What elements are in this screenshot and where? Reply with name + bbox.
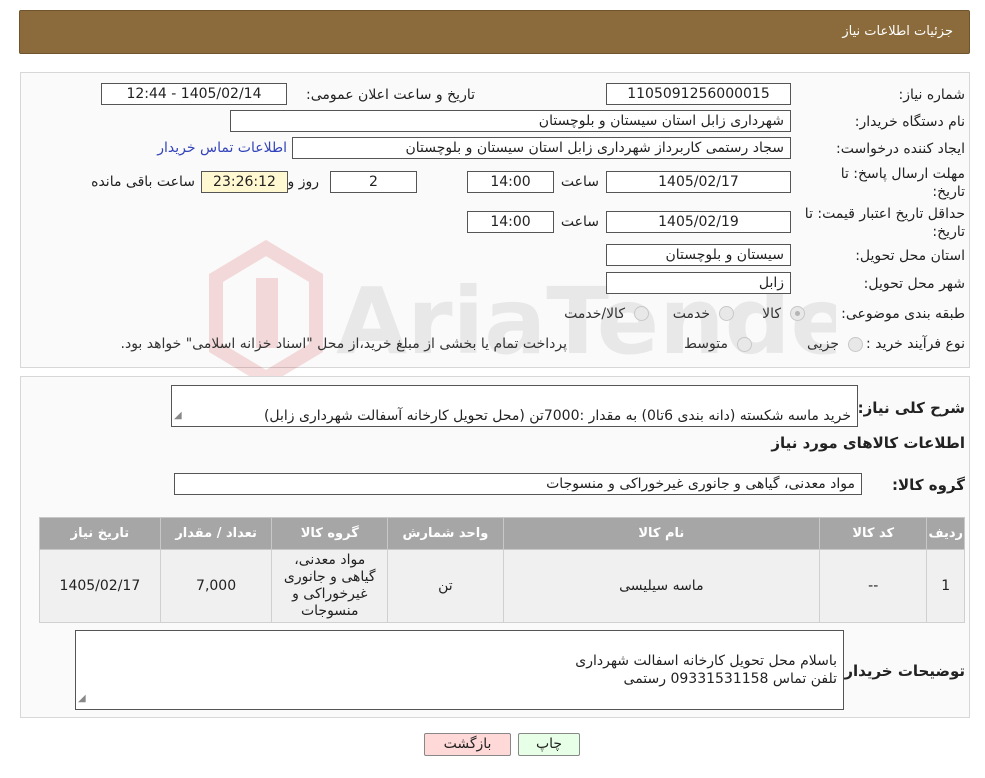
deadline-time-label: ساعت: [560, 174, 599, 190]
category-service-radio[interactable]: [719, 306, 734, 321]
goods-group-label: گروه کالا:: [892, 476, 965, 494]
remaining-time-field: 23:26:12: [201, 171, 288, 193]
days-label: روز و: [287, 174, 320, 190]
category-goods-label: کالا: [762, 306, 781, 322]
cell-code: --: [818, 549, 928, 623]
col-code: کد کالا: [818, 517, 928, 550]
days-field: 2: [330, 171, 417, 193]
announce-field: 1405/02/14 - 12:44: [101, 83, 287, 105]
goods-table-header-row: ردیف کد کالا نام کالا واحد شمارش گروه کا…: [39, 517, 965, 550]
col-unit: واحد شمارش: [387, 517, 504, 550]
buyer-org-label: نام دستگاه خریدار:: [854, 114, 965, 130]
process-medium-label: متوسط: [684, 336, 728, 352]
creator-field: سجاد رستمی کاربرداز شهرداری زابل استان س…: [292, 137, 791, 159]
deadline-label: مهلت ارسال پاسخ: تا تاریخ:: [840, 166, 965, 200]
validity-time-field: 14:00: [467, 211, 554, 233]
process-minor-radio[interactable]: [848, 337, 863, 352]
goods-info-title: اطلاعات کالاهای مورد نیاز: [771, 434, 965, 452]
col-row: ردیف: [926, 517, 965, 550]
category-goods-service-radio[interactable]: [634, 306, 649, 321]
creator-label: ایجاد کننده درخواست:: [836, 141, 965, 157]
buyer-notes-label: توضیحات خریدار:: [838, 662, 965, 680]
remaining-label: ساعت باقی مانده: [91, 174, 195, 190]
resize-grip-icon[interactable]: ◢: [78, 690, 86, 708]
buyer-org-field: شهرداری زابل استان سیستان و بلوچستان: [230, 110, 791, 132]
validity-label: حداقل تاریخ اعتبار قیمت: تا تاریخ:: [804, 206, 965, 240]
city-field: زابل: [606, 272, 791, 294]
table-row: 1 -- ماسه سیلیسی تن مواد معدنی، گیاهی و …: [39, 549, 965, 623]
validity-time-label: ساعت: [560, 214, 599, 230]
deadline-date-field: 1405/02/17: [606, 171, 791, 193]
summary-text: خرید ماسه شکسته (دانه بندی 6تا0) به مقدا…: [263, 408, 851, 424]
col-group: گروه کالا: [271, 517, 389, 550]
deadline-time-field: 14:00: [467, 171, 554, 193]
province-label: استان محل تحویل:: [855, 248, 965, 264]
col-date: تاریخ نیاز: [39, 517, 161, 550]
process-label: نوع فرآیند خرید :: [866, 336, 965, 352]
category-goods-radio[interactable]: [790, 306, 805, 321]
validity-date-field: 1405/02/19: [606, 211, 791, 233]
goods-table: ردیف کد کالا نام کالا واحد شمارش گروه کا…: [39, 517, 965, 623]
page-header: جزئیات اطلاعات نیاز: [19, 10, 970, 54]
category-label: طبقه بندی موضوعی:: [841, 306, 965, 322]
summary-label: شرح کلی نیاز:: [857, 399, 965, 417]
category-service-label: خدمت: [672, 306, 710, 322]
back-button[interactable]: بازگشت: [424, 733, 511, 756]
province-field: سیستان و بلوچستان: [606, 244, 791, 266]
cell-group: مواد معدنی، گیاهی و جانوری غیرخوراکی و م…: [271, 549, 389, 623]
col-name: نام کالا: [502, 517, 821, 550]
process-medium-radio[interactable]: [737, 337, 752, 352]
summary-textarea[interactable]: خرید ماسه شکسته (دانه بندی 6تا0) به مقدا…: [171, 385, 858, 427]
category-goods-service-label: کالا/خدمت: [564, 306, 625, 322]
process-minor-label: جزیی: [807, 336, 839, 352]
resize-grip-icon[interactable]: ◢: [174, 407, 182, 425]
buyer-notes-textarea[interactable]: باسلام محل تحویل کارخانه اسفالت شهرداری …: [75, 630, 844, 710]
cell-name: ماسه سیلیسی: [502, 549, 821, 623]
process-note: پرداخت تمام یا بخشی از مبلغ خرید،از محل …: [120, 336, 567, 352]
contact-info-link[interactable]: اطلاعات تماس خریدار: [157, 140, 287, 156]
col-quantity: تعداد / مقدار: [159, 517, 273, 550]
cell-quantity: 7,000: [159, 549, 273, 623]
cell-date: 1405/02/17: [39, 549, 161, 623]
announce-label: تاریخ و ساعت اعلان عمومی:: [306, 87, 475, 103]
cell-unit: تن: [387, 549, 504, 623]
goods-group-field: مواد معدنی، گیاهی و جانوری غیرخوراکی و م…: [174, 473, 862, 495]
print-button[interactable]: چاپ: [518, 733, 580, 756]
need-number-label: شماره نیاز:: [898, 87, 966, 103]
need-number-field: 1105091256000015: [606, 83, 791, 105]
city-label: شهر محل تحویل:: [863, 276, 965, 292]
cell-row: 1: [926, 549, 965, 623]
buyer-notes-text: باسلام محل تحویل کارخانه اسفالت شهرداری …: [575, 653, 837, 687]
page-title: جزئیات اطلاعات نیاز: [842, 24, 953, 39]
